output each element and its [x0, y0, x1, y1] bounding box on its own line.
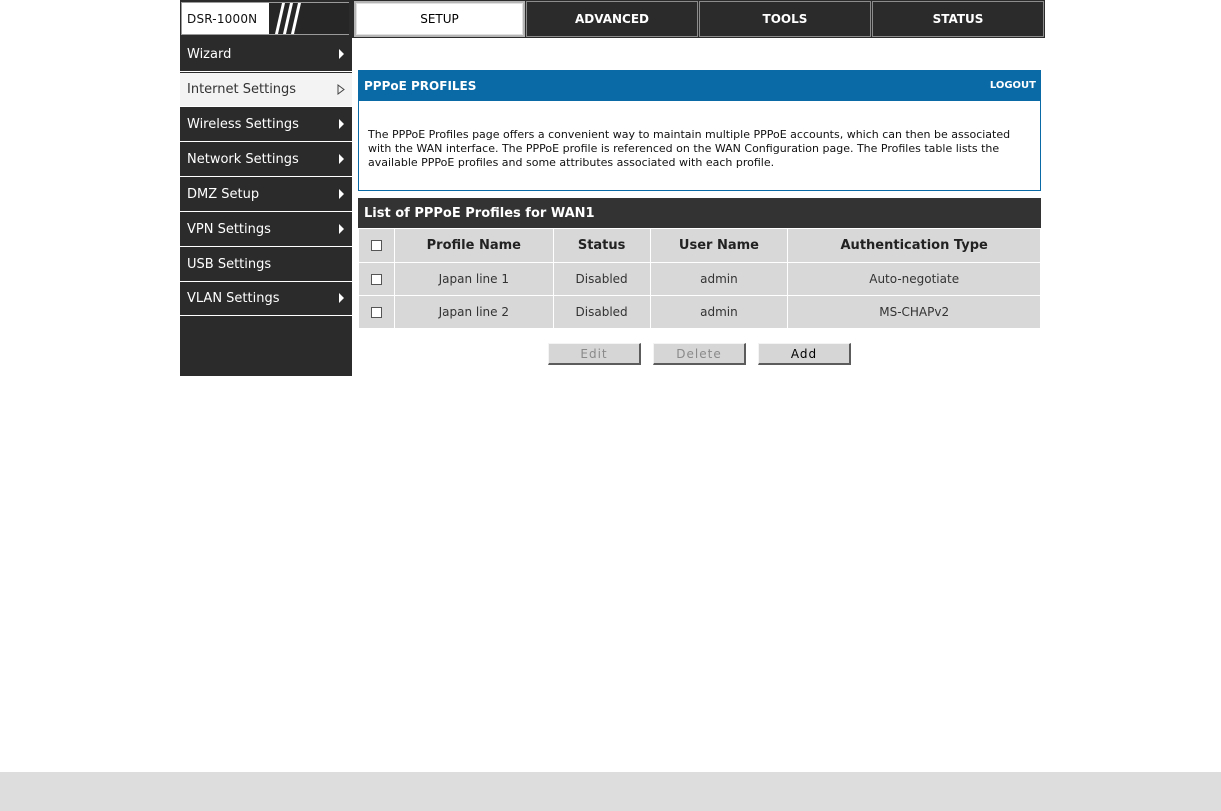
- panel-body: The PPPoE Profiles page offers a conveni…: [358, 101, 1041, 191]
- row-select-cell: [358, 295, 395, 329]
- row-checkbox[interactable]: [370, 274, 382, 285]
- auth-type-cell: Auto-negotiate: [787, 262, 1041, 296]
- chevron-right-outline-icon: [337, 84, 345, 95]
- main-tabs: SETUP ADVANCED TOOLS STATUS: [354, 1, 1045, 37]
- sidebar-item-label: Wireless Settings: [187, 117, 299, 132]
- tab-status[interactable]: STATUS: [872, 1, 1044, 37]
- profile-name-cell: Japan line 1: [393, 262, 554, 296]
- chevron-right-icon: [339, 224, 344, 234]
- sidebar-item-dmz-setup[interactable]: DMZ Setup: [180, 178, 352, 212]
- table-row[interactable]: Japan line 1 Disabled admin Auto-negotia…: [358, 262, 1041, 296]
- edit-button[interactable]: Edit: [548, 343, 641, 365]
- profile-name-cell: Japan line 2: [393, 295, 554, 329]
- page-title: PPPoE PROFILES: [364, 79, 477, 93]
- chevron-right-icon: [339, 119, 344, 129]
- select-all-cell: [358, 228, 395, 263]
- row-checkbox[interactable]: [370, 307, 382, 318]
- brand-box: DSR-1000N: [181, 2, 349, 35]
- action-buttons: Edit Delete Add: [358, 343, 1041, 365]
- sidebar: Wizard Internet Settings Wireless Settin…: [180, 38, 352, 376]
- table-header-row: Profile Name Status User Name Authentica…: [358, 228, 1041, 263]
- router-admin-frame: DSR-1000N SETUP ADVANCED TOOLS STATUS Wi…: [180, 0, 1045, 376]
- sidebar-item-label: USB Settings: [187, 257, 272, 272]
- sidebar-item-usb-settings[interactable]: USB Settings: [180, 248, 352, 282]
- footer-bar: [0, 772, 1221, 811]
- chevron-right-icon: [339, 189, 344, 199]
- sidebar-item-vpn-settings[interactable]: VPN Settings: [180, 213, 352, 247]
- logout-link[interactable]: LOGOUT: [990, 80, 1036, 91]
- sidebar-item-label: Wizard: [187, 47, 232, 62]
- sidebar-item-label: Internet Settings: [187, 82, 297, 97]
- sidebar-item-label: Network Settings: [187, 152, 299, 167]
- table-row[interactable]: Japan line 2 Disabled admin MS-CHAPv2: [358, 295, 1041, 329]
- sidebar-item-label: VLAN Settings: [187, 291, 280, 306]
- column-header[interactable]: Authentication Type: [787, 228, 1041, 263]
- add-button[interactable]: Add: [758, 343, 851, 365]
- panel-header: PPPoE PROFILES LOGOUT: [358, 70, 1041, 101]
- brand-stripes-icon: [269, 3, 349, 34]
- tab-tools[interactable]: TOOLS: [699, 1, 871, 37]
- chevron-right-icon: [339, 49, 344, 59]
- tab-advanced[interactable]: ADVANCED: [526, 1, 698, 37]
- sidebar-item-internet-settings[interactable]: Internet Settings: [180, 73, 352, 107]
- tab-setup[interactable]: SETUP: [354, 1, 525, 37]
- column-header[interactable]: Status: [552, 228, 651, 263]
- auth-type-cell: MS-CHAPv2: [787, 295, 1041, 329]
- sidebar-item-wireless-settings[interactable]: Wireless Settings: [180, 108, 352, 142]
- sidebar-item-wizard[interactable]: Wizard: [180, 38, 352, 72]
- row-select-cell: [358, 262, 395, 296]
- column-header[interactable]: Profile Name: [393, 228, 554, 263]
- delete-button[interactable]: Delete: [653, 343, 746, 365]
- sidebar-item-vlan-settings[interactable]: VLAN Settings: [180, 282, 352, 316]
- profiles-table: Profile Name Status User Name Authentica…: [358, 228, 1041, 329]
- status-cell: Disabled: [552, 262, 651, 296]
- status-cell: Disabled: [552, 295, 651, 329]
- user-name-cell: admin: [649, 262, 789, 296]
- list-title: List of PPPoE Profiles for WAN1: [358, 198, 1041, 228]
- model-name: DSR-1000N: [187, 12, 258, 26]
- chevron-right-icon: [339, 293, 344, 303]
- top-navigation-bar: DSR-1000N SETUP ADVANCED TOOLS STATUS: [180, 0, 1045, 38]
- page-description: The PPPoE Profiles page offers a conveni…: [368, 128, 1011, 169]
- sidebar-item-label: DMZ Setup: [187, 187, 260, 202]
- user-name-cell: admin: [649, 295, 789, 329]
- chevron-right-icon: [339, 154, 344, 164]
- column-header[interactable]: User Name: [649, 228, 789, 263]
- sidebar-item-network-settings[interactable]: Network Settings: [180, 143, 352, 177]
- select-all-checkbox[interactable]: [370, 240, 382, 251]
- sidebar-item-label: VPN Settings: [187, 222, 271, 237]
